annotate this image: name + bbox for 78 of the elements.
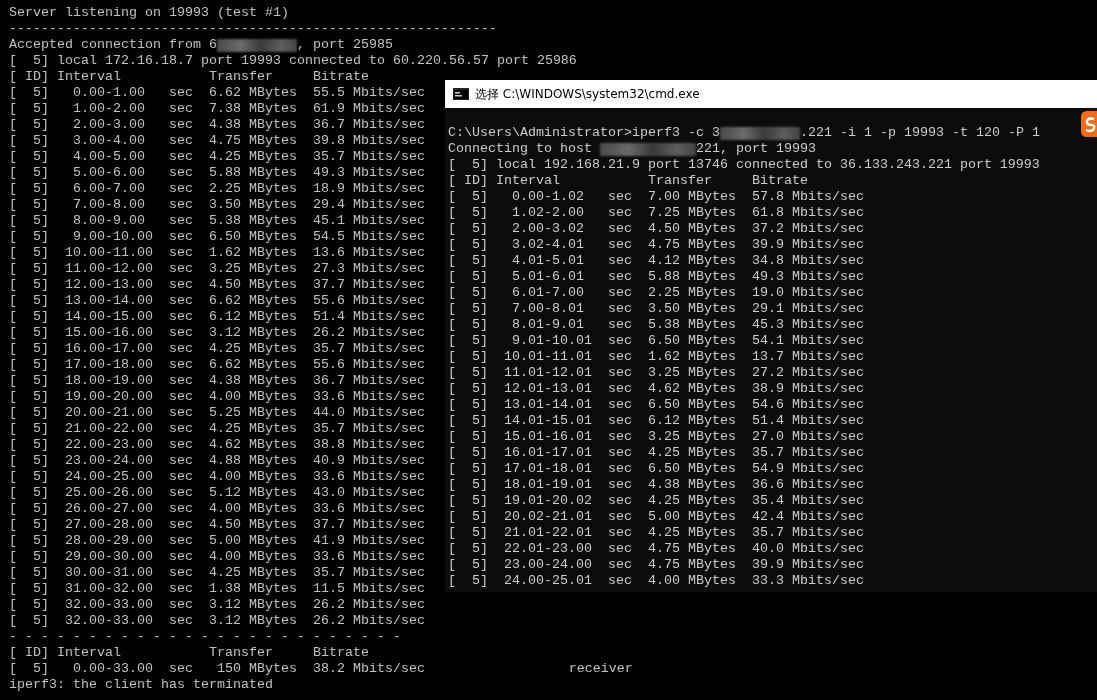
terminal-line: [ 5] 13.00-14.00 sec 6.62 MBytes 55.6 Mbits/sec <box>9 293 425 309</box>
terminal-line: [ 5] 1.00-2.00 sec 7.38 MBytes 61.9 Mbits/sec <box>9 101 425 117</box>
terminal-line: [ 5] 13.01-14.01 sec 6.50 MBytes 54.6 Mbits/sec <box>448 397 864 413</box>
terminal-line: [ 5] 23.00-24.00 sec 4.75 MBytes 39.9 Mbits/sec <box>448 557 864 573</box>
terminal-line: [ 5] 16.00-17.00 sec 4.25 MBytes 35.7 Mbits/sec <box>9 341 425 357</box>
terminal-line: [ 5] 20.02-21.01 sec 5.00 MBytes 42.4 Mbits/sec <box>448 509 864 525</box>
terminal-line: [ 5] 14.01-15.01 sec 6.12 MBytes 51.4 Mbits/sec <box>448 413 864 429</box>
terminal-line: [ 5] 10.00-11.00 sec 1.62 MBytes 13.6 Mbits/sec <box>9 245 425 261</box>
terminal-line: [ 5] 3.00-4.00 sec 4.75 MBytes 39.8 Mbits/sec <box>9 133 425 149</box>
input-method-icon[interactable] <box>1081 111 1097 137</box>
terminal-line: [ 5] 23.00-24.00 sec 4.88 MBytes 40.9 Mbits/sec <box>9 453 425 469</box>
terminal-line: [ 5] 18.00-19.00 sec 4.38 MBytes 36.7 Mbits/sec <box>9 373 425 389</box>
terminal-text: .221 -i 1 -p 19993 -t 120 -P 1 <box>799 125 1040 141</box>
terminal-line: [ 5] 32.00-33.00 sec 3.12 MBytes 26.2 Mbits/sec <box>9 613 425 629</box>
terminal-line: [ 5] 21.01-22.01 sec 4.25 MBytes 35.7 Mbits/sec <box>448 525 864 541</box>
terminal-line: [ 5] 10.01-11.01 sec 1.62 MBytes 13.7 Mbits/sec <box>448 349 864 365</box>
terminal-line: [ 5] 0.00-33.00 sec 150 MBytes 38.2 Mbits/sec receiver <box>9 661 633 677</box>
terminal-line: [ 5] 11.01-12.01 sec 3.25 MBytes 27.2 Mbits/sec <box>448 365 864 381</box>
terminal-line: [ 5] 15.00-16.00 sec 3.12 MBytes 26.2 Mbits/sec <box>9 325 425 341</box>
terminal-line: iperf3: the client has terminated <box>9 677 273 693</box>
terminal-text: Accepted connection from 6 <box>9 37 217 53</box>
terminal-line: [ 5] 6.00-7.00 sec 2.25 MBytes 18.9 Mbits/sec <box>9 181 425 197</box>
terminal-line: [ 5] 16.01-17.01 sec 4.25 MBytes 35.7 Mbits/sec <box>448 445 864 461</box>
terminal-line: [ ID] Interval Transfer Bitrate <box>9 69 369 85</box>
terminal-line: [ 5] 18.01-19.01 sec 4.38 MBytes 36.6 Mbits/sec <box>448 477 864 493</box>
terminal-text: 221, port 19993 <box>695 141 816 157</box>
terminal-line: [ 5] 5.00-6.00 sec 5.88 MBytes 49.3 Mbits/sec <box>9 165 425 181</box>
terminal-line: [ 5] 7.00-8.00 sec 3.50 MBytes 29.4 Mbits/sec <box>9 197 425 213</box>
terminal-line: [ 5] 22.00-23.00 sec 4.62 MBytes 38.8 Mbits/sec <box>9 437 425 453</box>
terminal-line: [ 5] 1.02-2.00 sec 7.25 MBytes 61.8 Mbits/sec <box>448 205 864 221</box>
terminal-line: [ 5] 24.00-25.01 sec 4.00 MBytes 33.3 Mbits/sec <box>448 573 864 589</box>
terminal-line: [ 5] 31.00-32.00 sec 1.38 MBytes 11.5 Mbits/sec <box>9 581 425 597</box>
terminal-line: Server listening on 19993 (test #1) <box>9 5 289 21</box>
terminal-line: [ 5] 7.00-8.01 sec 3.50 MBytes 29.1 Mbits/sec <box>448 301 864 317</box>
terminal-line: [ 5] 19.01-20.02 sec 4.25 MBytes 35.4 Mbits/sec <box>448 493 864 509</box>
terminal-line: [ 5] 24.00-25.00 sec 4.00 MBytes 33.6 Mbits/sec <box>9 469 425 485</box>
terminal-line: [ 5] 27.00-28.00 sec 4.50 MBytes 37.7 Mbits/sec <box>9 517 425 533</box>
terminal-line: [ 5] 11.00-12.00 sec 3.25 MBytes 27.3 Mbits/sec <box>9 261 425 277</box>
terminal-line: [ 5] 4.00-5.00 sec 4.25 MBytes 35.7 Mbits/sec <box>9 149 425 165</box>
terminal-line: [ 5] 2.00-3.02 sec 4.50 MBytes 37.2 Mbits/sec <box>448 221 864 237</box>
terminal-line: - - - - - - - - - - - - - - - - - - - - - - - - - <box>9 629 401 645</box>
terminal-line: [ 5] 0.00-1.00 sec 6.62 MBytes 55.5 Mbits/sec <box>9 85 425 101</box>
terminal-line: [ 5] 32.00-33.00 sec 3.12 MBytes 26.2 Mbits/sec <box>9 597 425 613</box>
terminal-line: [ 5] 26.00-27.00 sec 4.00 MBytes 33.6 Mbits/sec <box>9 501 425 517</box>
window-title: 选择 C:\WINDOWS\system32\cmd.exe <box>475 85 700 103</box>
terminal-line: [ 5] 12.00-13.00 sec 4.50 MBytes 37.7 Mbits/sec <box>9 277 425 293</box>
terminal-line: [ 5] 19.00-20.00 sec 4.00 MBytes 33.6 Mbits/sec <box>9 389 425 405</box>
terminal-line: [ 5] 5.01-6.01 sec 5.88 MBytes 49.3 Mbits/sec <box>448 269 864 285</box>
terminal-line: [ 5] 14.00-15.00 sec 6.12 MBytes 51.4 Mbits/sec <box>9 309 425 325</box>
terminal-line: [ 5] 8.01-9.01 sec 5.38 MBytes 45.3 Mbits/sec <box>448 317 864 333</box>
terminal-text: Connecting to host <box>448 141 593 157</box>
terminal-line: [ 5] 25.00-26.00 sec 5.12 MBytes 43.0 Mbits/sec <box>9 485 425 501</box>
terminal-line: [ 5] 29.00-30.00 sec 4.00 MBytes 33.6 Mbits/sec <box>9 549 425 565</box>
terminal-line: [ ID] Interval Transfer Bitrate <box>448 173 808 189</box>
terminal-line: [ 5] 3.02-4.01 sec 4.75 MBytes 39.9 Mbits/sec <box>448 237 864 253</box>
terminal-line: [ 5] 17.01-18.01 sec 6.50 MBytes 54.9 Mbits/sec <box>448 461 864 477</box>
terminal-line: [ 5] 9.01-10.01 sec 6.50 MBytes 54.1 Mbits/sec <box>448 333 864 349</box>
terminal-line: [ 5] 12.01-13.01 sec 4.62 MBytes 38.9 Mbits/sec <box>448 381 864 397</box>
terminal-text: , port 25985 <box>296 37 393 53</box>
console-icon <box>453 88 469 100</box>
terminal-text: C:\Users\Administrator>iperf3 -c 3 <box>448 125 720 141</box>
terminal-line: [ 5] 22.01-23.00 sec 4.75 MBytes 40.0 Mbits/sec <box>448 541 864 557</box>
terminal-line: [ 5] 9.00-10.00 sec 6.50 MBytes 54.5 Mbits/sec <box>9 229 425 245</box>
terminal-line: [ 5] 15.01-16.01 sec 3.25 MBytes 27.0 Mbits/sec <box>448 429 864 445</box>
terminal-line: [ 5] 20.00-21.00 sec 5.25 MBytes 44.0 Mbits/sec <box>9 405 425 421</box>
terminal-line: [ 5] 8.00-9.00 sec 5.38 MBytes 45.1 Mbits/sec <box>9 213 425 229</box>
terminal-line: [ 5] 4.01-5.01 sec 4.12 MBytes 34.8 Mbits/sec <box>448 253 864 269</box>
terminal-line: [ 5] local 172.16.18.7 port 19993 connected to 60.220.56.57 port 25986 <box>9 53 577 69</box>
terminal-line: [ ID] Interval Transfer Bitrate <box>9 645 369 661</box>
terminal-line: [ 5] 21.00-22.00 sec 4.25 MBytes 35.7 Mbits/sec <box>9 421 425 437</box>
terminal-line: [ 5] 30.00-31.00 sec 4.25 MBytes 35.7 Mbits/sec <box>9 565 425 581</box>
terminal-line: [ 5] 2.00-3.00 sec 4.38 MBytes 36.7 Mbits/sec <box>9 117 425 133</box>
terminal-line: [ 5] 0.00-1.02 sec 7.00 MBytes 57.8 Mbits/sec <box>448 189 864 205</box>
terminal-line: [ 5] local 192.168.21.9 port 13746 connected to 36.133.243.221 port 19993 <box>448 157 1040 173</box>
terminal-line: [ 5] 28.00-29.00 sec 5.00 MBytes 41.9 Mbits/sec <box>9 533 425 549</box>
terminal-line: [ 5] 6.01-7.00 sec 2.25 MBytes 19.0 Mbits/sec <box>448 285 864 301</box>
terminal-line: [ 5] 17.00-18.00 sec 6.62 MBytes 55.6 Mbits/sec <box>9 357 425 373</box>
terminal-line: ------------------------------------------------------------- <box>9 21 497 37</box>
